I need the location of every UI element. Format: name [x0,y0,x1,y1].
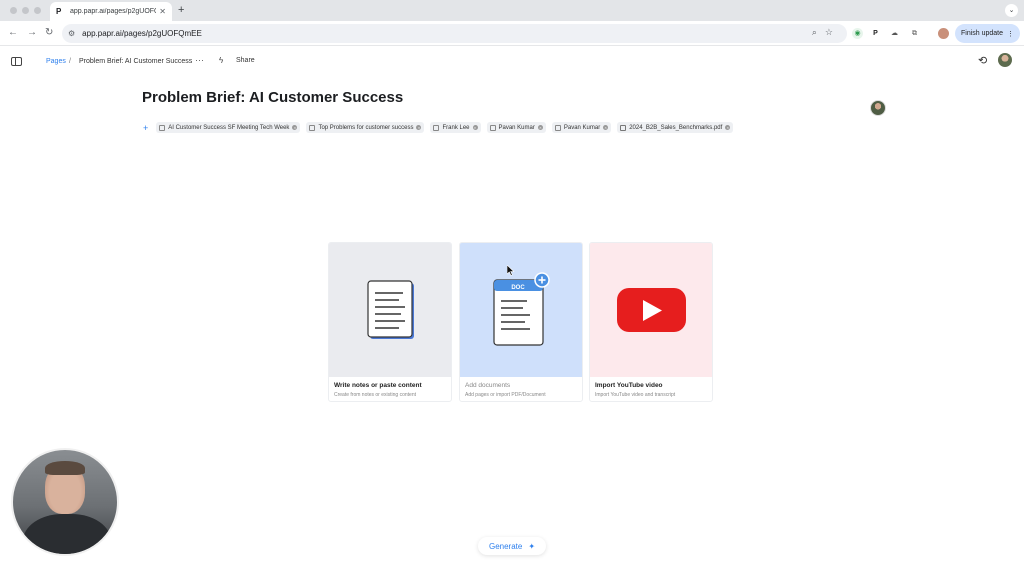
sparkle-icon: ✦ [528,541,536,551]
youtube-play-icon [617,288,686,332]
window-close-dot[interactable] [10,7,17,14]
forward-arrow-icon[interactable]: → [27,26,37,40]
reload-icon[interactable]: ↻ [45,26,53,40]
webcam-overlay [11,448,119,556]
url-text: app.papr.ai/pages/p2gUOFQmEE [82,29,202,38]
collaborator-avatar[interactable] [870,100,886,116]
context-chips: + AI Customer Success SF Meeting Tech We… [143,122,734,133]
window-maximize-dot[interactable] [34,7,41,14]
card-title: Write notes or paste content [334,382,422,389]
card-subtitle: Import YouTube video and transcript [595,392,676,398]
doc-badge-text: DOC [511,285,525,291]
window-minimize-dot[interactable] [22,7,29,14]
extension-cloud-icon[interactable]: ☁ [889,28,900,39]
tab-close-icon[interactable]: ✕ [159,7,166,16]
add-documents-card[interactable]: DOC Add documents Add pages or import PD… [459,242,583,402]
breadcrumb-pages-link[interactable]: Pages [46,57,66,67]
finish-update-button[interactable]: Finish update ⋮ [955,24,1020,43]
doc-icon [309,124,316,131]
chip-remove-icon[interactable]: × [537,125,543,130]
context-chip[interactable]: Pavan Kumar × [551,122,612,133]
browser-toolbar: ← → ↻ ⚙ app.papr.ai/pages/p2gUOFQmEE ⌕ ☆… [0,21,1024,46]
page-title[interactable]: Problem Brief: AI Customer Success [142,89,403,106]
back-arrow-icon[interactable]: ← [8,26,18,40]
card-title: Add documents [465,382,511,389]
more-options-icon[interactable]: ··· [195,55,204,65]
chip-remove-icon[interactable]: × [292,125,298,130]
browser-tab-strip: P app.papr.ai/pages/p2gUOFQmEE ✕ + ⌄ [0,0,1024,21]
extension-green-icon[interactable]: ◉ [852,28,863,39]
browser-tab-active[interactable]: P app.papr.ai/pages/p2gUOFQmEE ✕ [50,2,172,21]
breadcrumb-separator: / [69,58,71,65]
presenter-hair [45,461,85,475]
extensions-puzzle-icon[interactable]: ⧉ [909,28,920,39]
app-header: Pages / Problem Brief: AI Customer Succe… [0,47,1024,77]
chip-label: Top Problems for customer success [318,124,414,131]
user-avatar[interactable] [998,53,1012,67]
chip-label: AI Customer Success SF Meeting Tech Week [168,124,290,131]
chip-remove-icon[interactable]: × [472,125,478,130]
context-chip[interactable]: Top Problems for customer success × [306,122,425,133]
chip-label: Frank Lee [442,124,470,131]
add-context-icon[interactable]: + [143,123,148,133]
generate-label: Generate [488,541,523,551]
bookmark-star-icon[interactable]: ☆ [825,27,833,38]
context-chip[interactable]: AI Customer Success SF Meeting Tech Week… [156,122,301,133]
tab-search-chevron-icon[interactable]: ⌄ [1005,4,1018,17]
write-notes-card[interactable]: Write notes or paste content Create from… [328,242,452,402]
papr-favicon-icon: P [56,7,62,16]
notes-illustration [329,243,451,377]
pdf-icon [620,124,627,131]
kebab-menu-icon: ⋮ [1007,30,1015,38]
tab-title: app.papr.ai/pages/p2gUOFQmEE [70,8,156,15]
sidebar-toggle-icon[interactable] [11,57,22,66]
doc-icon [489,124,496,131]
import-youtube-card[interactable]: Import YouTube video Import YouTube vide… [589,242,713,402]
new-tab-icon[interactable]: + [178,4,184,16]
address-bar[interactable]: ⚙ app.papr.ai/pages/p2gUOFQmEE ⌕ ☆ [62,24,847,43]
context-chip[interactable]: Frank Lee × [430,122,481,133]
documents-illustration: DOC [460,243,582,377]
chip-remove-icon[interactable]: × [416,125,422,130]
profile-avatar[interactable] [938,28,949,39]
card-title: Import YouTube video [595,382,663,389]
chip-label: Pavan Kumar [498,124,535,131]
zoom-icon[interactable]: ⌕ [812,27,817,38]
presenter-body [23,514,111,554]
chip-remove-icon[interactable]: × [725,125,731,130]
card-subtitle: Create from notes or existing content [334,392,416,398]
chip-label: Pavan Kumar [563,124,601,131]
video-icon [554,124,561,131]
doc-file-icon: DOC [493,272,550,346]
lightning-icon[interactable]: ϟ [219,56,223,65]
doc-icon [159,124,166,131]
history-icon[interactable]: ⟲ [978,56,989,67]
generate-button[interactable]: Generate ✦ [478,537,546,555]
youtube-illustration [590,243,712,377]
chip-label: 2024_B2B_Sales_Benchmarks.pdf [629,124,723,131]
doc-icon [433,124,440,131]
breadcrumb-current-page: Problem Brief: AI Customer Success [79,58,193,65]
mouse-cursor-icon [507,265,515,276]
card-subtitle: Add pages or import PDF/Document [465,392,546,398]
extension-papr-icon[interactable]: P [870,28,881,39]
context-chip[interactable]: 2024_B2B_Sales_Benchmarks.pdf × [617,122,734,133]
finish-update-label: Finish update [960,30,1004,37]
site-settings-icon[interactable]: ⚙ [68,29,75,38]
context-chip[interactable]: Pavan Kumar × [486,122,546,133]
chip-remove-icon[interactable]: × [603,125,609,130]
notes-document-icon [367,280,414,339]
share-button[interactable]: Share [236,57,255,64]
